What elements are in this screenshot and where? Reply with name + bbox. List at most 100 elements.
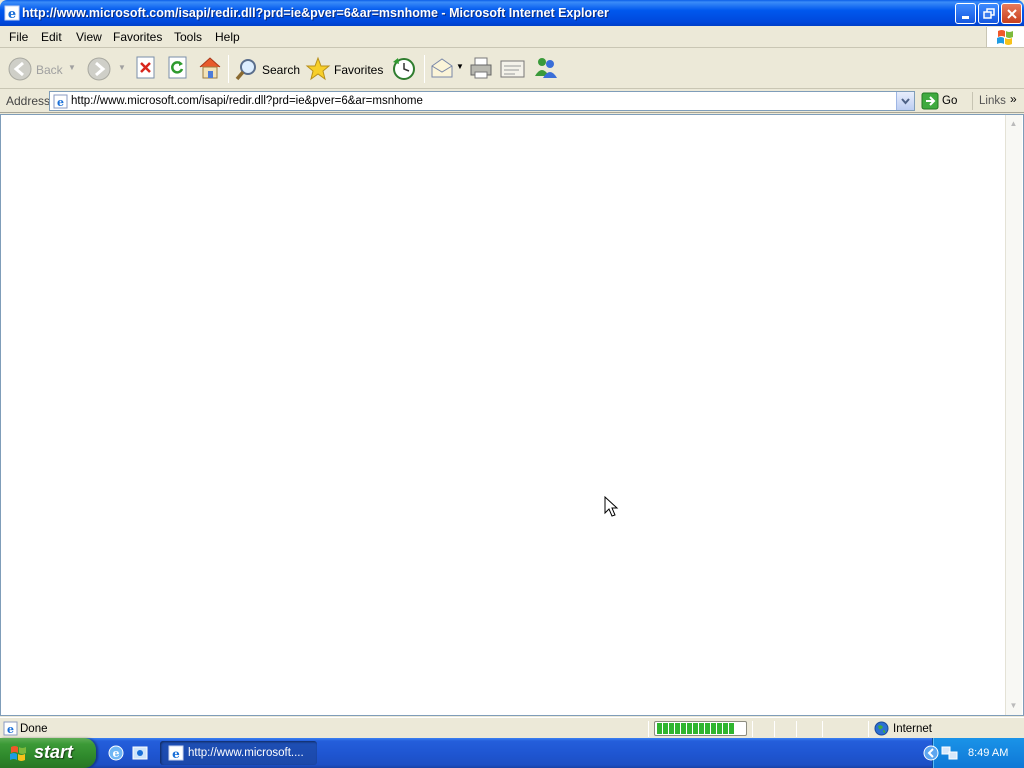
favorites-label: Favorites — [334, 63, 384, 77]
close-icon — [1006, 8, 1017, 19]
progress-segment — [693, 723, 698, 734]
history-button[interactable] — [390, 54, 418, 82]
ie-quicklaunch-icon[interactable]: e — [107, 744, 125, 762]
scroll-up-icon[interactable]: ▲ — [1006, 116, 1021, 131]
progress-segment — [717, 723, 722, 734]
progress-bar — [654, 721, 747, 736]
go-label: Go — [942, 95, 958, 107]
title-bar[interactable]: e http://www.microsoft.com/isapi/redir.d… — [0, 0, 1024, 26]
standard-toolbar: Back ▼ ▼ Search Favorites ▼ — [0, 49, 1024, 89]
progress-segment — [663, 723, 668, 734]
address-dropdown-button[interactable] — [896, 92, 914, 110]
menu-favorites[interactable]: Favorites — [113, 30, 162, 44]
status-separator — [774, 721, 775, 737]
back-icon — [8, 57, 32, 81]
tray-expand-icon[interactable] — [923, 745, 939, 761]
svg-text:e: e — [113, 747, 120, 760]
history-icon — [393, 58, 415, 80]
minimize-button[interactable] — [955, 3, 976, 24]
page-icon: e — [53, 94, 68, 109]
windows-flag-icon — [986, 27, 1024, 47]
status-separator — [868, 721, 869, 737]
menu-view[interactable]: View — [76, 30, 102, 44]
print-icon — [470, 57, 492, 79]
search-label: Search — [262, 63, 301, 77]
mail-dropdown-icon[interactable]: ▼ — [456, 62, 464, 71]
forward-icon — [87, 57, 111, 81]
edit-button[interactable] — [499, 55, 527, 81]
page-icon: e — [3, 721, 18, 736]
messenger-button[interactable] — [532, 54, 560, 82]
go-icon — [921, 92, 939, 110]
restore-button[interactable] — [978, 3, 999, 24]
search-icon — [235, 59, 256, 81]
home-icon — [199, 57, 221, 79]
scroll-down-icon[interactable]: ▼ — [1006, 698, 1021, 713]
progress-fill — [657, 723, 744, 734]
toolbar-separator — [228, 55, 229, 83]
back-label: Back — [36, 63, 63, 77]
mail-button[interactable]: ▼ — [429, 55, 465, 81]
svg-text:e: e — [7, 723, 14, 736]
page-content[interactable] — [0, 114, 1024, 716]
menu-help[interactable]: Help — [215, 30, 240, 44]
toolbar-separator — [424, 55, 425, 83]
menu-edit[interactable]: Edit — [41, 30, 62, 44]
forward-button[interactable]: ▼ — [84, 53, 128, 85]
progress-segment — [687, 723, 692, 734]
menu-tools[interactable]: Tools — [174, 30, 202, 44]
minimize-icon — [961, 15, 969, 19]
taskbar-ie-window-button[interactable]: e http://www.microsoft.... — [160, 741, 317, 765]
start-label: start — [34, 742, 74, 762]
progress-segment — [711, 723, 716, 734]
favorites-icon — [305, 56, 331, 81]
show-desktop-icon[interactable] — [131, 744, 149, 762]
clock[interactable]: 8:49 AM — [968, 747, 1008, 759]
vertical-scrollbar[interactable] — [1005, 115, 1022, 715]
stop-button[interactable] — [134, 55, 158, 81]
ie-icon: e — [168, 745, 184, 761]
chevron-down-icon — [901, 98, 910, 105]
progress-segment — [657, 723, 662, 734]
address-value: http://www.microsoft.com/isapi/redir.dll… — [71, 95, 423, 107]
progress-segment — [699, 723, 704, 734]
address-label: Address — [6, 94, 51, 108]
edit-icon — [500, 60, 525, 78]
close-button[interactable] — [1001, 3, 1022, 24]
status-text: Done — [20, 723, 48, 735]
progress-segment — [729, 723, 734, 734]
back-dropdown-icon[interactable]: ▼ — [68, 63, 76, 72]
menu-bar: File Edit View Favorites Tools Help — [0, 26, 1024, 48]
refresh-button[interactable] — [166, 55, 190, 81]
favorites-button[interactable]: Favorites — [304, 53, 384, 85]
messenger-icon — [535, 58, 557, 78]
address-field[interactable]: e http://www.microsoft.com/isapi/redir.d… — [49, 91, 915, 111]
taskbar: start e e http://www.microsoft.... 8:49 … — [0, 738, 1024, 768]
status-separator — [822, 721, 823, 737]
stop-icon — [136, 56, 155, 79]
chevron-right-icon[interactable]: » — [1010, 92, 1017, 106]
svg-text:e: e — [8, 7, 16, 21]
start-button[interactable]: start — [0, 738, 96, 768]
menu-file[interactable]: File — [9, 30, 28, 44]
progress-segment — [675, 723, 680, 734]
home-button[interactable] — [197, 54, 223, 82]
search-button[interactable]: Search — [232, 53, 300, 85]
svg-text:e: e — [57, 96, 64, 109]
toolbar-separator — [972, 92, 973, 110]
forward-dropdown-icon[interactable]: ▼ — [118, 63, 126, 72]
progress-segment — [705, 723, 710, 734]
print-button[interactable] — [468, 55, 494, 81]
back-button[interactable]: Back ▼ — [4, 53, 80, 85]
address-bar: Address e http://www.microsoft.com/isapi… — [0, 90, 1024, 113]
links-toolbar[interactable]: Links — [979, 95, 1006, 107]
restore-icon — [982, 7, 995, 19]
mail-icon — [431, 58, 453, 78]
ie-icon: e — [4, 5, 20, 22]
progress-segment — [681, 723, 686, 734]
task-label: http://www.microsoft.... — [188, 747, 304, 759]
svg-text:e: e — [172, 747, 180, 761]
status-bar: e Done Internet — [0, 717, 1024, 738]
security-zone-label: Internet — [893, 723, 932, 735]
network-icon[interactable] — [941, 745, 959, 761]
